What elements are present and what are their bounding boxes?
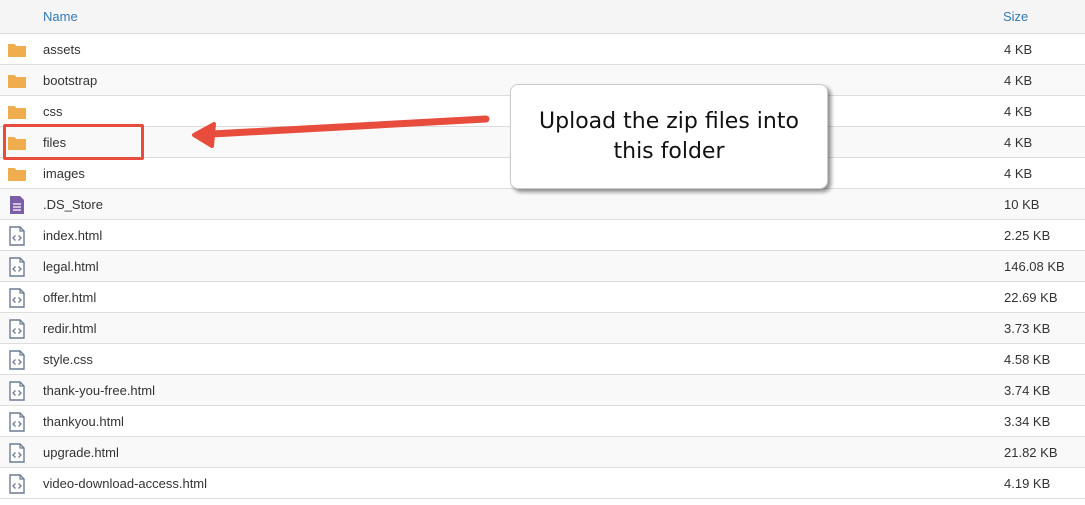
file-name-link[interactable]: .DS_Store	[43, 197, 103, 212]
file-name-link[interactable]: images	[43, 166, 85, 181]
file-row[interactable]: thank-you-free.html 3.74 KB	[0, 375, 1085, 406]
annotation-callout: Upload the zip files into this folder	[510, 84, 828, 189]
code-file-icon	[7, 288, 27, 308]
file-size: 3.73 KB	[1004, 321, 1051, 336]
file-size: 4.58 KB	[1004, 352, 1051, 367]
file-row[interactable]: style.css 4.58 KB	[0, 344, 1085, 375]
file-size: 4 KB	[1004, 166, 1033, 181]
file-size: 10 KB	[1004, 197, 1040, 212]
file-name-link[interactable]: legal.html	[43, 259, 99, 274]
file-size: 4 KB	[1004, 135, 1033, 150]
name-column-header[interactable]: Name	[43, 9, 78, 24]
file-row[interactable]: legal.html 146.08 KB	[0, 251, 1085, 282]
code-file-icon	[7, 319, 27, 339]
folder-icon	[7, 40, 27, 60]
file-size: 146.08 KB	[1004, 259, 1065, 274]
file-name-link[interactable]: offer.html	[43, 290, 96, 305]
file-name-link[interactable]: bootstrap	[43, 73, 97, 88]
file-listing: Name Size assets 4 KB bootstrap 4 KB css 4 KB…	[0, 0, 1085, 499]
code-file-icon	[7, 381, 27, 401]
annotation-highlight-box	[3, 124, 144, 160]
file-size: 4 KB	[1004, 104, 1033, 119]
file-size: 3.34 KB	[1004, 414, 1051, 429]
file-row[interactable]: .DS_Store 10 KB	[0, 189, 1085, 220]
file-name-link[interactable]: thank-you-free.html	[43, 383, 155, 398]
file-name-link[interactable]: style.css	[43, 352, 93, 367]
file-size: 22.69 KB	[1004, 290, 1058, 305]
file-size: 4.19 KB	[1004, 476, 1051, 491]
code-file-icon	[7, 350, 27, 370]
folder-icon	[7, 164, 27, 184]
file-name-link[interactable]: thankyou.html	[43, 414, 124, 429]
file-size: 2.25 KB	[1004, 228, 1051, 243]
file-size: 3.74 KB	[1004, 383, 1051, 398]
text-file-icon	[7, 195, 27, 215]
file-row[interactable]: thankyou.html 3.34 KB	[0, 406, 1085, 437]
file-name-link[interactable]: index.html	[43, 228, 102, 243]
file-size: 4 KB	[1004, 42, 1033, 57]
file-row[interactable]: index.html 2.25 KB	[0, 220, 1085, 251]
file-row[interactable]: offer.html 22.69 KB	[0, 282, 1085, 313]
code-file-icon	[7, 443, 27, 463]
callout-text: Upload the zip files into this folder	[539, 108, 799, 164]
file-name-link[interactable]: assets	[43, 42, 81, 57]
listing-header: Name Size	[0, 0, 1085, 34]
code-file-icon	[7, 257, 27, 277]
file-row[interactable]: redir.html 3.73 KB	[0, 313, 1085, 344]
file-row[interactable]: video-download-access.html 4.19 KB	[0, 468, 1085, 499]
file-name-link[interactable]: css	[43, 104, 63, 119]
file-name-link[interactable]: redir.html	[43, 321, 96, 336]
code-file-icon	[7, 412, 27, 432]
code-file-icon	[7, 226, 27, 246]
folder-icon	[7, 102, 27, 122]
file-name-link[interactable]: video-download-access.html	[43, 476, 207, 491]
folder-icon	[7, 71, 27, 91]
size-column-header[interactable]: Size	[1003, 9, 1028, 24]
file-row[interactable]: assets 4 KB	[0, 34, 1085, 65]
code-file-icon	[7, 474, 27, 494]
file-size: 4 KB	[1004, 73, 1033, 88]
file-size: 21.82 KB	[1004, 445, 1058, 460]
file-row[interactable]: upgrade.html 21.82 KB	[0, 437, 1085, 468]
file-name-link[interactable]: upgrade.html	[43, 445, 119, 460]
